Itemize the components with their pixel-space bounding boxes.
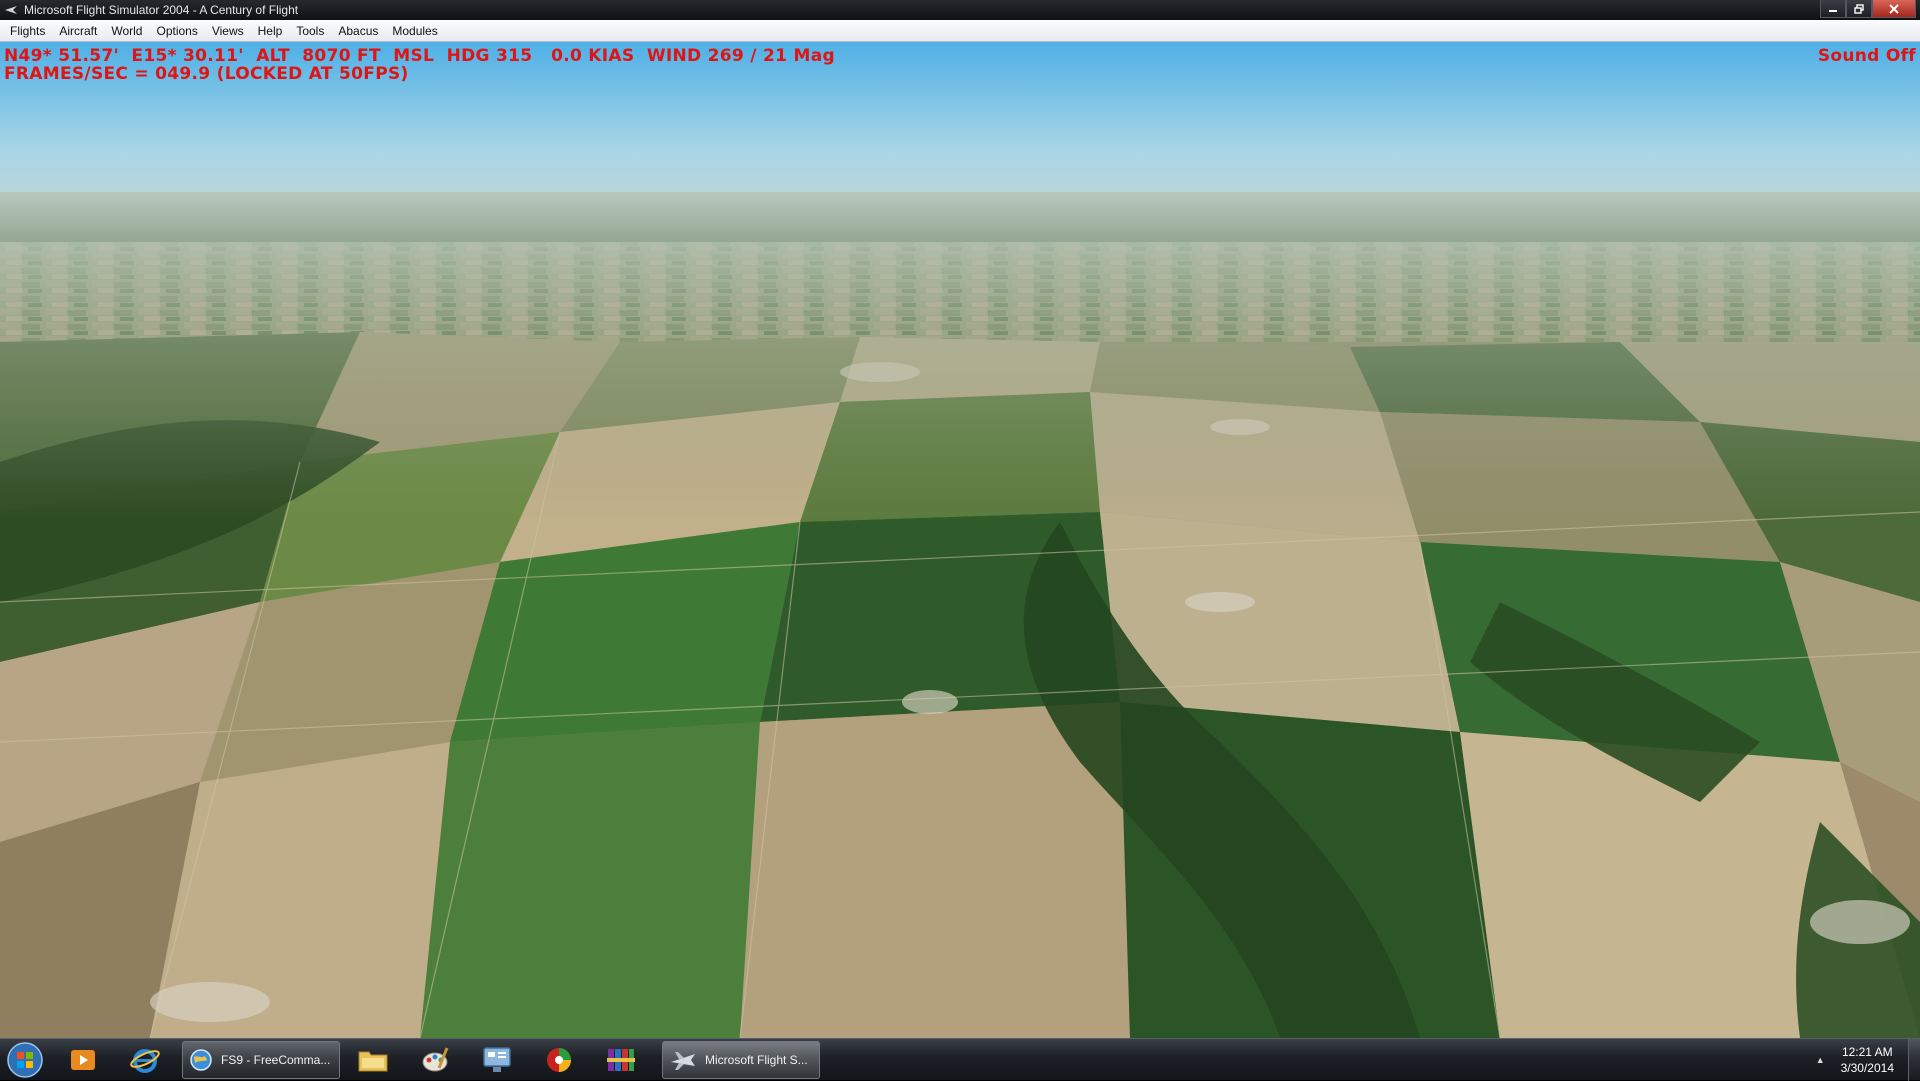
menu-flights[interactable]: Flights	[3, 22, 52, 40]
paint-button[interactable]	[406, 1040, 464, 1080]
archive-books-icon	[607, 1048, 635, 1071]
media-player-button[interactable]	[54, 1040, 112, 1080]
taskbar-item-label: FS9 - FreeComma...	[221, 1052, 331, 1067]
restore-icon	[1854, 3, 1864, 14]
control-panel-icon	[483, 1046, 511, 1072]
taskbar-item-flight-simulator[interactable]: Microsoft Flight S...	[662, 1040, 820, 1079]
clock-time: 12:21 AM	[1841, 1045, 1893, 1059]
clock-date: 3/30/2014	[1840, 1061, 1894, 1075]
menu-aircraft[interactable]: Aircraft	[52, 22, 104, 40]
globe-icon	[189, 1048, 213, 1072]
flight-sim-app-icon[interactable]	[4, 3, 18, 17]
menu-tools[interactable]: Tools	[289, 22, 331, 40]
menu-options[interactable]: Options	[149, 22, 204, 40]
menu-modules[interactable]: Modules	[385, 22, 444, 40]
title-bar[interactable]: Microsoft Flight Simulator 2004 - A Cent…	[0, 0, 1920, 20]
show-hidden-icons-icon[interactable]: ▲	[1816, 1055, 1825, 1065]
close-icon	[1889, 3, 1899, 14]
minimize-button[interactable]	[1820, 0, 1846, 18]
menu-abacus[interactable]: Abacus	[331, 22, 385, 40]
menu-views[interactable]: Views	[205, 22, 251, 40]
close-button[interactable]	[1872, 0, 1916, 18]
control-panel-button[interactable]	[468, 1040, 526, 1080]
terrain-scene	[0, 42, 1920, 1038]
menu-help[interactable]: Help	[251, 22, 290, 40]
taskbar-item-label: Microsoft Flight S...	[705, 1052, 808, 1067]
color-app-button[interactable]	[530, 1040, 588, 1080]
restore-button[interactable]	[1846, 0, 1872, 18]
show-desktop-button[interactable]	[1908, 1039, 1920, 1081]
color-app-icon	[547, 1047, 571, 1072]
window-title: Microsoft Flight Simulator 2004 - A Cent…	[24, 3, 299, 17]
hud-sound-status: Sound Off	[1817, 46, 1916, 66]
taskbar: FS9 - FreeComma... Microsoft Flight S...…	[0, 1038, 1920, 1081]
taskbar-item-freecommand[interactable]: FS9 - FreeComma...	[182, 1040, 340, 1079]
hud-frame-rate: FRAMES/SEC = 049.9 (LOCKED AT 50FPS)	[4, 64, 409, 84]
archive-button[interactable]	[592, 1040, 650, 1080]
menu-bar: Flights Aircraft World Options Views Hel…	[0, 20, 1920, 42]
menu-world[interactable]: World	[104, 22, 149, 40]
system-tray: ▲ 12:21 AM 3/30/2014	[1816, 1039, 1920, 1081]
explorer-button[interactable]	[344, 1040, 402, 1080]
flight-view[interactable]: N49* 51.57' E15* 30.11' ALT 8070 FT MSL …	[0, 42, 1920, 1038]
paint-icon	[422, 1046, 449, 1071]
window-controls	[1820, 0, 1916, 18]
minimize-icon	[1829, 9, 1837, 12]
folder-icon	[358, 1051, 388, 1071]
internet-explorer-button[interactable]	[116, 1040, 174, 1080]
clock[interactable]: 12:21 AM 3/30/2014	[1841, 1044, 1894, 1076]
media-player-icon	[71, 1049, 95, 1070]
windows-orb-icon	[7, 1041, 43, 1078]
start-button[interactable]	[0, 1039, 50, 1081]
airplane-icon	[669, 1048, 697, 1072]
hud-position-readout: N49* 51.57' E15* 30.11' ALT 8070 FT MSL …	[4, 46, 835, 66]
internet-explorer-icon	[130, 1048, 160, 1073]
